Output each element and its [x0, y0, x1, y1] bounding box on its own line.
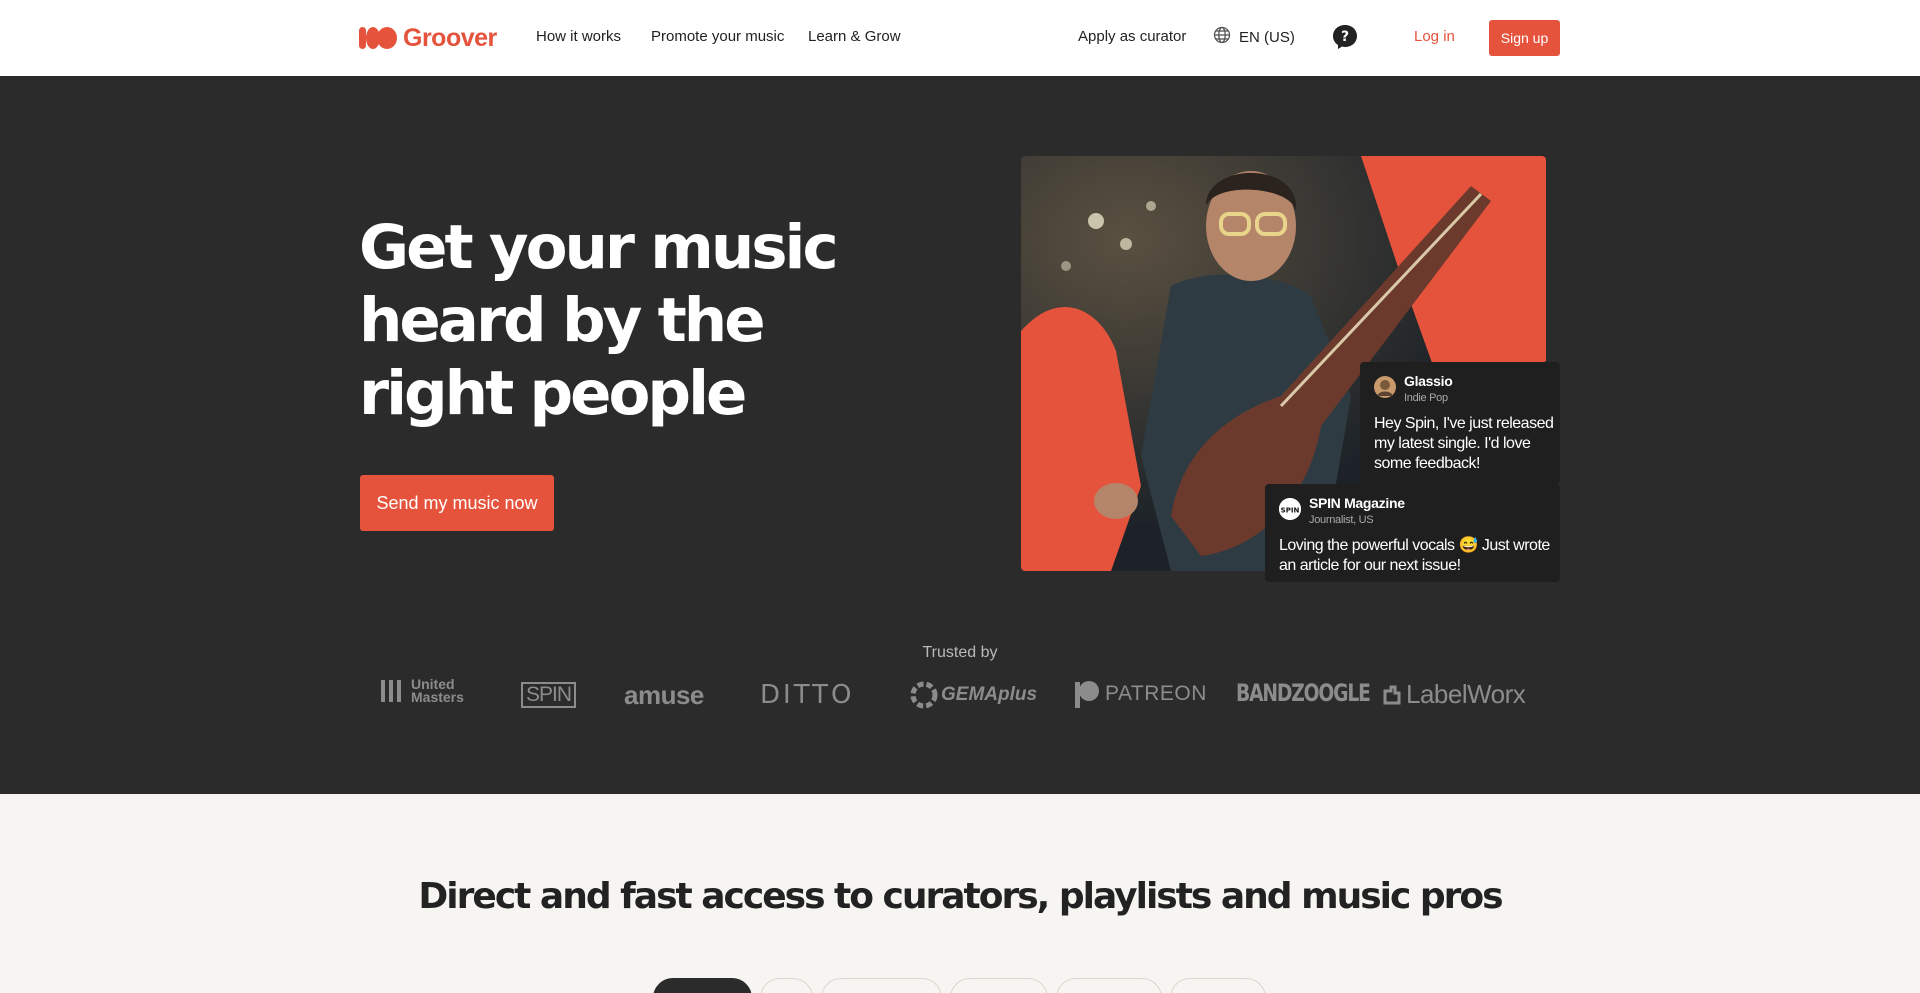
- tab-5[interactable]: [1056, 978, 1162, 993]
- chat-message: Loving the powerful vocals 😅 Just wrote …: [1279, 537, 1550, 574]
- nav-how-it-works[interactable]: How it works: [536, 28, 621, 45]
- brand-logo-united-masters: United Masters: [381, 677, 471, 704]
- avatar: [1374, 376, 1396, 398]
- groover-logo[interactable]: Groover: [359, 22, 497, 54]
- nav-learn-and-grow[interactable]: Learn & Grow: [808, 28, 901, 45]
- groover-logo-icon: [359, 27, 397, 49]
- language-selector[interactable]: EN (US): [1213, 26, 1295, 48]
- section-title: Direct and fast access to curators, play…: [418, 876, 1503, 917]
- tab-2[interactable]: [760, 978, 813, 993]
- tab-6[interactable]: [1170, 978, 1266, 993]
- tab-3[interactable]: [821, 978, 942, 993]
- nav-promote-your-music[interactable]: Promote your music: [651, 28, 784, 45]
- chat-sender-name: SPIN Magazine: [1309, 495, 1405, 511]
- login-link[interactable]: Log in: [1414, 28, 1455, 45]
- chat-message: Hey Spin, I've just released my latest s…: [1374, 415, 1554, 472]
- svg-text:?: ?: [1341, 29, 1349, 45]
- top-navigation: Groover How it works Promote your music …: [0, 0, 1920, 76]
- globe-icon: [1213, 26, 1231, 48]
- tab-4[interactable]: [950, 978, 1048, 993]
- trusted-by-label: Trusted by: [922, 644, 998, 661]
- chat-sender-name: Glassio: [1404, 373, 1453, 389]
- brand-logo-patreon: PATREON: [1075, 680, 1207, 708]
- brand-logo-bandzoogle: BANDZOOGLE: [1236, 679, 1371, 707]
- hero-section: Get your music heard by the right people…: [0, 76, 1920, 794]
- signup-button[interactable]: Sign up: [1489, 20, 1560, 56]
- brand-logo-gemaplus: GEMAplus: [909, 680, 1037, 710]
- hero-title: Get your music heard by the right people: [359, 212, 839, 429]
- language-label: EN (US): [1239, 28, 1295, 46]
- apply-as-curator-link[interactable]: Apply as curator: [1078, 28, 1186, 45]
- tab-all[interactable]: All: [653, 978, 752, 993]
- brand-logo-amuse: amuse: [624, 680, 704, 710]
- brand-logo-ditto: DITTO: [760, 680, 855, 710]
- chat-sender-role: Indie Pop: [1404, 392, 1448, 404]
- brand-logo-spin: SPIN: [521, 682, 577, 708]
- chat-bubble-artist: Glassio Indie Pop Hey Spin, I've just re…: [1360, 362, 1560, 484]
- chat-bubble-curator: SPIN SPIN Magazine Journalist, US Loving…: [1265, 484, 1560, 582]
- spin-avatar: SPIN: [1279, 498, 1301, 520]
- svg-text:SPIN: SPIN: [1281, 507, 1300, 515]
- send-music-button[interactable]: Send my music now: [360, 475, 554, 531]
- brand-logo-labelworx: LabelWorx: [1383, 679, 1526, 710]
- logo-text: Groover: [403, 23, 497, 52]
- chat-sender-role: Journalist, US: [1309, 514, 1374, 526]
- curators-section: Direct and fast access to curators, play…: [0, 794, 1920, 993]
- question-bubble-icon[interactable]: ?: [1332, 24, 1358, 50]
